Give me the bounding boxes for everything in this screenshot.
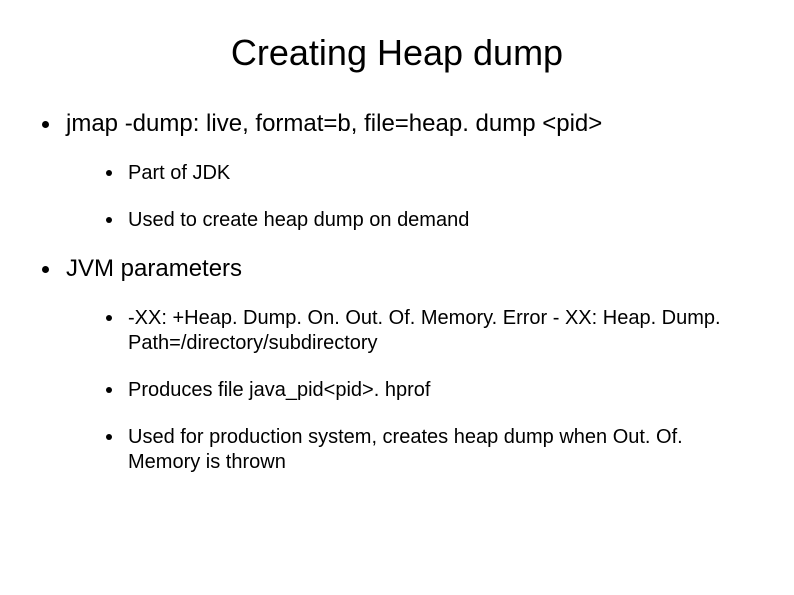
slide-title: Creating Heap dump: [38, 32, 756, 74]
list-item: jmap -dump: live, format=b, file=heap. d…: [38, 110, 756, 233]
list-item: JVM parameters -XX: +Heap. Dump. On. Out…: [38, 255, 756, 475]
bullet-text: Produces file java_pid<pid>. hprof: [128, 379, 430, 401]
bullet-text: Used to create heap dump on demand: [128, 209, 469, 231]
list-item: Used for production system, creates heap…: [102, 425, 756, 475]
bullet-list-level1: jmap -dump: live, format=b, file=heap. d…: [38, 110, 756, 475]
list-item: Part of JDK: [102, 161, 756, 186]
bullet-text: -XX: +Heap. Dump. On. Out. Of. Memory. E…: [128, 307, 721, 354]
bullet-text: Used for production system, creates heap…: [128, 426, 683, 473]
bullet-list-level2: Part of JDK Used to create heap dump on …: [66, 161, 756, 233]
bullet-text: jmap -dump: live, format=b, file=heap. d…: [66, 110, 602, 137]
bullet-list-level2: -XX: +Heap. Dump. On. Out. Of. Memory. E…: [66, 306, 756, 475]
list-item: Used to create heap dump on demand: [102, 208, 756, 233]
list-item: Produces file java_pid<pid>. hprof: [102, 378, 756, 403]
bullet-text: JVM parameters: [66, 255, 242, 282]
list-item: -XX: +Heap. Dump. On. Out. Of. Memory. E…: [102, 306, 756, 356]
bullet-text: Part of JDK: [128, 162, 230, 184]
slide-container: Creating Heap dump jmap -dump: live, for…: [0, 0, 794, 595]
